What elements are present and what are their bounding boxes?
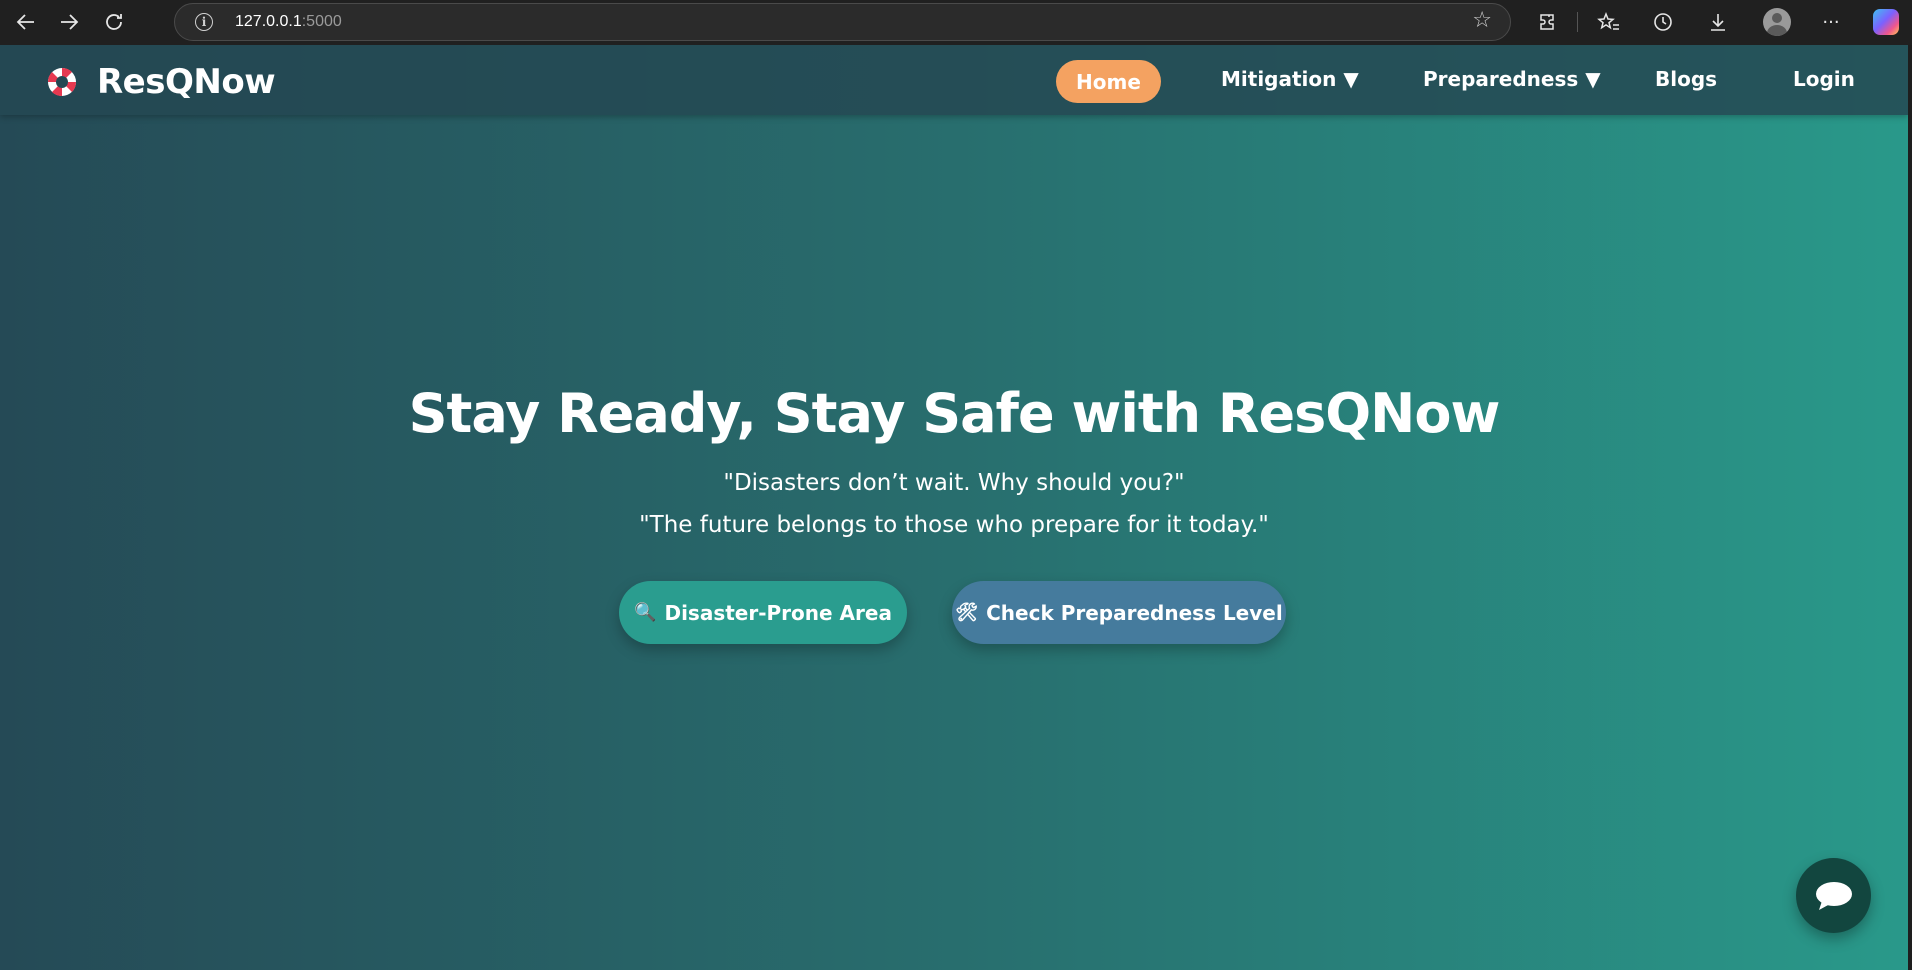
nav-blogs[interactable]: Blogs — [1655, 67, 1717, 91]
favorites-icon[interactable] — [1590, 6, 1626, 38]
favorite-star-icon[interactable]: ☆ — [1472, 8, 1492, 33]
nav-preparedness[interactable]: Preparedness ▼ — [1423, 67, 1601, 91]
chat-button[interactable] — [1796, 858, 1871, 933]
hero-title: Stay Ready, Stay Safe with ResQNow — [408, 382, 1501, 445]
reload-icon[interactable] — [96, 6, 132, 38]
site-navbar: ResQNow Home Mitigation ▼ Preparedness ▼… — [0, 45, 1908, 115]
check-preparedness-label: Check Preparedness Level — [986, 600, 1283, 625]
nav-mitigation[interactable]: Mitigation ▼ — [1221, 67, 1359, 91]
extensions-icon[interactable] — [1530, 6, 1566, 38]
browser-toolbar: i 127.0.0.1:5000 ☆ ··· — [0, 0, 1912, 45]
site-info-icon[interactable]: i — [195, 13, 213, 31]
nav-home[interactable]: Home — [1056, 60, 1161, 103]
search-icon: 🔍 — [634, 602, 657, 623]
nav-login[interactable]: Login — [1793, 67, 1855, 91]
download-icon[interactable] — [1700, 6, 1736, 38]
tools-icon: 🛠 — [955, 602, 979, 623]
disaster-prone-area-label: Disaster-Prone Area — [664, 600, 892, 625]
check-preparedness-button[interactable]: 🛠 Check Preparedness Level — [952, 581, 1286, 644]
chat-bubble-icon — [1815, 881, 1852, 910]
profile-avatar-icon[interactable] — [1763, 8, 1791, 36]
hero-quote-1: "Disasters don’t wait. Why should you?" — [723, 470, 1185, 496]
more-options-icon[interactable]: ··· — [1813, 6, 1849, 38]
lifebuoy-icon — [47, 67, 77, 97]
back-icon[interactable] — [8, 6, 44, 38]
address-bar[interactable]: i 127.0.0.1:5000 ☆ — [174, 3, 1511, 41]
hero-quote-2: "The future belongs to those who prepare… — [639, 512, 1269, 538]
forward-icon[interactable] — [51, 6, 87, 38]
history-icon[interactable] — [1645, 6, 1681, 38]
url-text[interactable]: 127.0.0.1:5000 — [235, 13, 342, 31]
page-viewport: ResQNow Home Mitigation ▼ Preparedness ▼… — [0, 45, 1912, 970]
brand-logo-text[interactable]: ResQNow — [97, 62, 276, 102]
scrollbar-edge — [1908, 45, 1912, 970]
disaster-prone-area-button[interactable]: 🔍 Disaster-Prone Area — [619, 581, 907, 644]
copilot-icon[interactable] — [1873, 9, 1899, 35]
toolbar-divider — [1577, 12, 1578, 32]
